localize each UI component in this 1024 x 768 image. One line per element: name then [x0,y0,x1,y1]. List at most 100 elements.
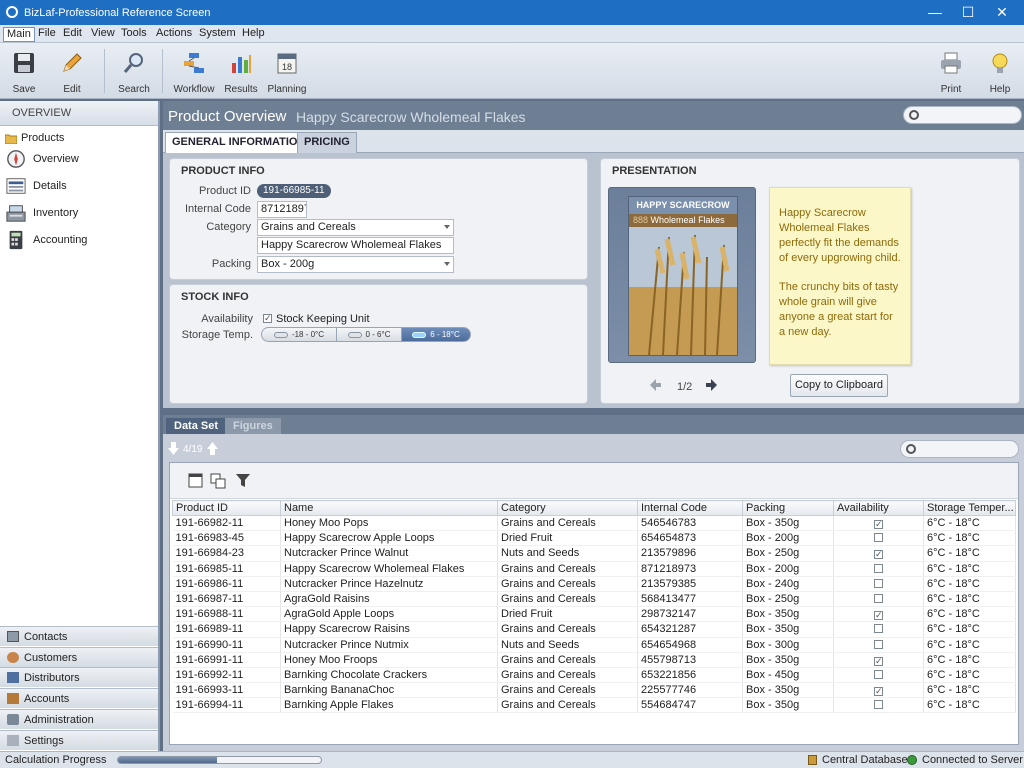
header-search-input[interactable] [903,106,1022,124]
table-row[interactable]: 191-66982-11 Honey Moo Pops Grains and Cer… [172,515,1016,532]
table-cell: 191-66985-11 [172,561,281,577]
nav-settings[interactable]: Settings [0,730,158,750]
availability-checkbox[interactable] [874,578,883,588]
pane-splitter[interactable] [163,408,1024,415]
table-cell [833,591,924,608]
category-value: Grains and Cereals [261,221,356,233]
results-label: Results [224,84,258,95]
arrow-left-icon[interactable] [649,379,661,391]
dataset-search-input[interactable] [900,440,1019,458]
edit-button[interactable]: Edit [48,47,96,97]
product-name-field[interactable]: Happy Scarecrow Wholemeal Flakes [257,237,454,254]
table-cell: 6°C - 18°C [923,561,1016,577]
duplicate-icon[interactable] [210,473,226,489]
storage-temp-selector: -18 - 0°C 0 - 6°C 6 - 18°C [261,327,473,342]
menu-view[interactable]: View [88,27,118,42]
column-header[interactable]: Availability [833,500,924,516]
pencil-icon [63,53,82,72]
close-button[interactable]: ✕ [980,0,1024,25]
availability-checkbox[interactable]: ✓ [874,611,883,621]
table-cell: Box - 350g [742,606,834,623]
search-button[interactable]: Search [110,47,158,97]
tab-pricing[interactable]: PRICING [297,132,357,153]
tab-general-information[interactable]: GENERAL INFORMATION [165,132,313,153]
availability-checkbox[interactable] [874,639,883,649]
availability-checkbox[interactable] [874,563,883,573]
storage-option-ambient[interactable]: 6 - 18°C [401,327,471,342]
save-button[interactable]: Save [0,47,48,97]
nav-accounts[interactable]: Accounts [0,688,158,708]
sidebar-item-label: Overview [33,153,79,165]
table-cell: Grains and Cereals [497,682,638,699]
nav-distributors[interactable]: Distributors [0,667,158,687]
table-cell: AgraGold Raisins [280,591,498,608]
table-row[interactable]: 191-66990-11 Nutcracker Prince Nutmix Nuts… [172,637,1016,653]
print-button[interactable]: Print [927,47,975,97]
menu-actions[interactable]: Actions [153,27,195,42]
table-row[interactable]: 191-66991-11 Honey Moo Froops Grains and C… [172,652,1016,668]
stock-keeping-checkbox[interactable]: ✓ [263,314,272,323]
folder-icon [5,134,17,144]
help-button[interactable]: Help [976,47,1024,97]
menu-system[interactable]: System [196,27,239,42]
menu-edit[interactable]: Edit [60,27,85,42]
copy-to-clipboard-button[interactable]: Copy to Clipboard [790,374,888,397]
workflow-label: Workflow [173,84,215,95]
menu-help[interactable]: Help [239,27,268,42]
availability-checkbox[interactable]: ✓ [874,656,883,666]
column-header[interactable]: Name [280,500,498,516]
column-header[interactable]: Category [497,500,638,516]
availability-checkbox[interactable] [874,624,883,634]
table-cell: ✓ [833,652,924,668]
table-row[interactable]: 191-66984-23 Nutcracker Prince Walnut Nuts… [172,545,1016,562]
availability-checkbox[interactable] [874,594,883,604]
workflow-button[interactable]: Workflow [170,47,218,97]
arrow-right-icon[interactable] [706,379,718,391]
table-row[interactable]: 191-66993-11 Barnking BananaChoc Grains an… [172,682,1016,699]
nav-contacts[interactable]: Contacts [0,626,158,646]
availability-checkbox[interactable]: ✓ [874,520,883,530]
column-header[interactable]: Product ID [172,500,281,516]
table-row[interactable]: 191-66986-11 Nutcracker Prince Hazelnutz G… [172,576,1016,592]
table-row[interactable]: 191-66983-45 Happy Scarecrow Apple Loops D… [172,530,1016,547]
table-row[interactable]: 191-66988-11 AgraGold Apple Loops Dried Fr… [172,606,1016,623]
table-cell: Nuts and Seeds [497,637,638,653]
filter-icon[interactable] [235,473,251,488]
tab-figures[interactable]: Figures [225,418,281,434]
results-button[interactable]: Results [217,47,265,97]
table-cell: Box - 300g [742,637,834,653]
internal-code-field[interactable]: 871218973 [257,201,307,218]
product-box-image: HAPPY SCARECROW 888 Wholemeal Flakes [608,187,756,363]
table-cell [833,561,924,577]
menu-tools[interactable]: Tools [118,27,150,42]
column-header[interactable]: Packing [742,500,834,516]
tab-data-set[interactable]: Data Set [166,418,227,434]
packing-select[interactable]: Box - 200g [257,256,454,273]
planning-button[interactable]: 18 Planning [263,47,311,97]
storage-option-chilled[interactable]: 0 - 6°C [336,327,402,342]
column-header[interactable]: Internal Code [637,500,743,516]
arrow-down-icon[interactable] [168,442,179,455]
column-header[interactable]: Storage Temper... [923,500,1016,516]
packing-label: Packing [211,258,251,270]
availability-checkbox[interactable]: ✓ [874,550,883,560]
arrow-up-icon[interactable] [207,442,218,455]
menu-main[interactable]: Main [3,27,35,42]
table-row[interactable]: 191-66989-11 Happy Scarecrow Raisins Grain… [172,621,1016,638]
new-window-icon[interactable] [188,473,203,488]
availability-checkbox[interactable] [874,533,883,543]
category-select[interactable]: Grains and Cereals [257,219,454,236]
storage-option-frozen[interactable]: -18 - 0°C [261,327,337,342]
availability-checkbox[interactable] [874,669,883,679]
table-row[interactable]: 191-66987-11 AgraGold Raisins Grains and C… [172,591,1016,608]
table-cell: Grains and Cereals [497,697,638,714]
nav-customers[interactable]: Customers [0,647,158,667]
table-row[interactable]: 191-66994-11 Barnking Apple Flakes Grains … [172,697,1016,714]
availability-checkbox[interactable] [874,700,883,710]
table-row[interactable]: 191-66992-11 Barnking Chocolate Crackers G… [172,667,1016,684]
menu-file[interactable]: File [35,27,59,42]
table-row[interactable]: 191-66985-11 Happy Scarecrow Wholemeal Fl… [172,561,1016,577]
availability-checkbox[interactable]: ✓ [874,687,883,697]
table-cell: 6°C - 18°C [923,682,1016,699]
nav-administration[interactable]: Administration [0,709,158,729]
